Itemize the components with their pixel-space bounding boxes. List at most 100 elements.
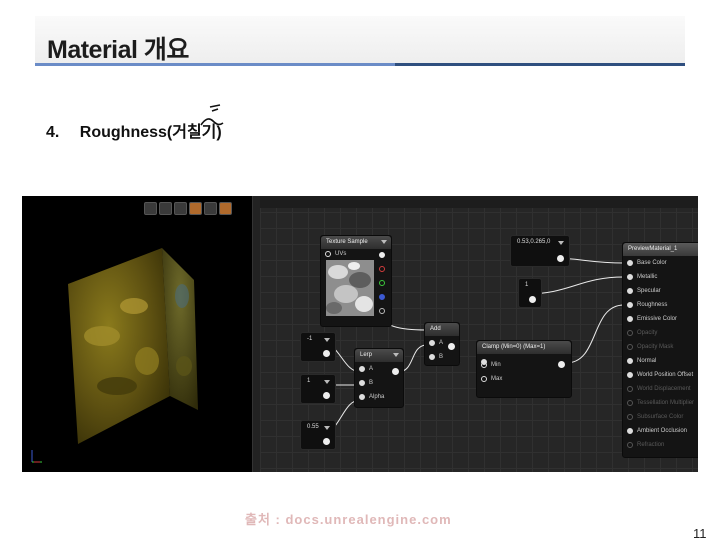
constant-neg-one-node[interactable]: -1 [300,332,336,362]
material-input-pin-icon [627,414,633,420]
add-header: Add [425,323,459,336]
material-input-pin-icon [627,372,633,378]
material-input-pin-label: Opacity [637,330,658,336]
material-input-pin[interactable]: World Displacement [623,382,698,396]
material-input-pin[interactable]: Specular [623,284,698,298]
clamp-node[interactable]: Clamp (Min=0) (Max=1) Min Max [476,340,572,398]
material-input-pin-label: Base Color [637,260,667,266]
constant-055-node[interactable]: 0.55 [300,420,336,450]
add-pin-a-icon [429,340,435,346]
material-input-pin[interactable]: Tessellation Multiplier [623,396,698,410]
collapse-arrow-icon[interactable] [381,240,387,244]
heading-number: 4. [46,124,60,141]
preview-material-header: PreviewMaterial_1 [623,243,698,256]
constant-one-node[interactable]: 1 [300,374,336,404]
lerp-output-pin[interactable] [392,368,399,375]
add-title: Add [430,326,441,332]
collapse-arrow-icon[interactable] [558,241,564,245]
lerp-pin-alpha-icon [359,394,365,400]
material-input-pin[interactable]: Base Color [623,256,698,270]
material-input-pin[interactable]: Subsurface Color [623,410,698,424]
material-input-pin[interactable]: Opacity Mask [623,340,698,354]
preview-material-node[interactable]: PreviewMaterial_1 Base Color Metallic Spec… [622,242,698,458]
constant-neg-one-value: -1 [307,336,313,342]
clamp-header: Clamp (Min=0) (Max=1) [477,341,571,354]
clamp-max-pin[interactable]: Max [477,372,571,386]
texture-rgb-output-pin[interactable] [379,252,385,258]
constant-one-top-node[interactable]: 1 [518,278,542,308]
texture-green-output-pin[interactable] [379,280,385,286]
constant-one-top-output-pin[interactable] [529,296,536,303]
constant3-node[interactable]: 0.53,0.265,0 [510,235,570,267]
clamp-min-pin[interactable]: Min [477,358,571,372]
material-input-pin-icon [627,274,633,280]
add-pin-b[interactable]: B [425,350,459,364]
lerp-node[interactable]: Lerp A B Alpha [354,348,404,408]
lerp-pin-alpha-label: Alpha [369,394,385,400]
collapse-arrow-icon[interactable] [324,426,330,430]
preview-viewport[interactable] [22,196,252,472]
material-input-pin-icon [627,442,633,448]
material-input-pin-icon [627,288,633,294]
material-input-pin[interactable]: World Position Offset [623,368,698,382]
material-input-pin-label: Refraction [637,442,665,448]
material-input-pin-icon [627,428,633,434]
texture-sample-node[interactable]: Texture Sample UVs [320,235,392,327]
material-input-pin-icon [627,316,633,322]
collapse-arrow-icon[interactable] [393,353,399,357]
lerp-pin-alpha[interactable]: Alpha [355,390,403,404]
lerp-pin-a-icon [359,366,365,372]
lerp-title: Lerp [360,352,373,358]
material-input-pin[interactable]: Roughness [623,298,698,312]
lerp-pin-b-label: B [369,380,374,386]
clamp-output-pin[interactable] [558,361,565,368]
material-input-pin-label: Roughness [637,302,668,308]
add-output-pin[interactable] [448,343,455,350]
clamp-input-pin[interactable] [481,359,487,365]
material-input-pin-label: Normal [637,358,657,364]
material-input-pin[interactable]: Emissive Color [623,312,698,326]
material-input-pin-icon [627,344,633,350]
add-pin-a-label: A [439,340,444,346]
material-input-pin[interactable]: Normal [623,354,698,368]
texture-sample-title: Texture Sample [326,239,368,245]
add-node[interactable]: Add A B [424,322,460,366]
lerp-pin-a-label: A [369,366,374,372]
constant-one-output-pin[interactable] [323,392,330,399]
texture-alpha-output-pin[interactable] [379,308,385,314]
material-input-pin[interactable]: Ambient Occlusion [623,424,698,438]
material-input-pin-label: Ambient Occlusion [637,428,688,434]
preview-material-pins: Base Color Metallic Specular Roughness Emiss… [623,256,698,452]
slide-title: Material 개요 [47,36,189,64]
material-input-pin-label: World Position Offset [637,372,694,378]
material-input-pin-icon [627,400,633,406]
material-input-pin-label: Subsurface Color [637,414,684,420]
material-input-pin-label: World Displacement [637,386,691,392]
preview-material-title: PreviewMaterial_1 [628,246,678,252]
lerp-pin-b[interactable]: B [355,376,403,390]
constant-one-top-value: 1 [525,282,529,288]
preview-cube [68,248,198,444]
source-credit: 출처 : docs.unrealengine.com [245,512,452,527]
constant-055-value: 0.55 [307,424,319,430]
texture-red-output-pin[interactable] [379,266,385,272]
axis-gizmo-icon [31,450,48,463]
collapse-arrow-icon[interactable] [324,380,330,384]
clamp-max-label: Max [491,376,503,382]
material-input-pin-label: Tessellation Multiplier [637,400,695,406]
uvs-pin-label: UVs [335,251,347,257]
material-input-pin[interactable]: Opacity [623,326,698,340]
uvs-pin-icon [325,251,331,257]
node-graph[interactable]: Texture Sample UVs 0.53,0.265,0 1 Add A … [260,196,698,472]
material-input-pin[interactable]: Refraction [623,438,698,452]
material-input-pin-label: Specular [637,288,661,294]
texture-blue-output-pin[interactable] [379,294,385,300]
add-pin-b-label: B [439,354,444,360]
material-input-pin-icon [627,302,633,308]
constant-055-output-pin[interactable] [323,438,330,445]
material-input-pin[interactable]: Metallic [623,270,698,284]
constant3-output-pin[interactable] [557,255,564,262]
collapse-arrow-icon[interactable] [324,338,330,342]
texture-thumbnail [326,260,374,316]
constant-neg-one-output-pin[interactable] [323,350,330,357]
